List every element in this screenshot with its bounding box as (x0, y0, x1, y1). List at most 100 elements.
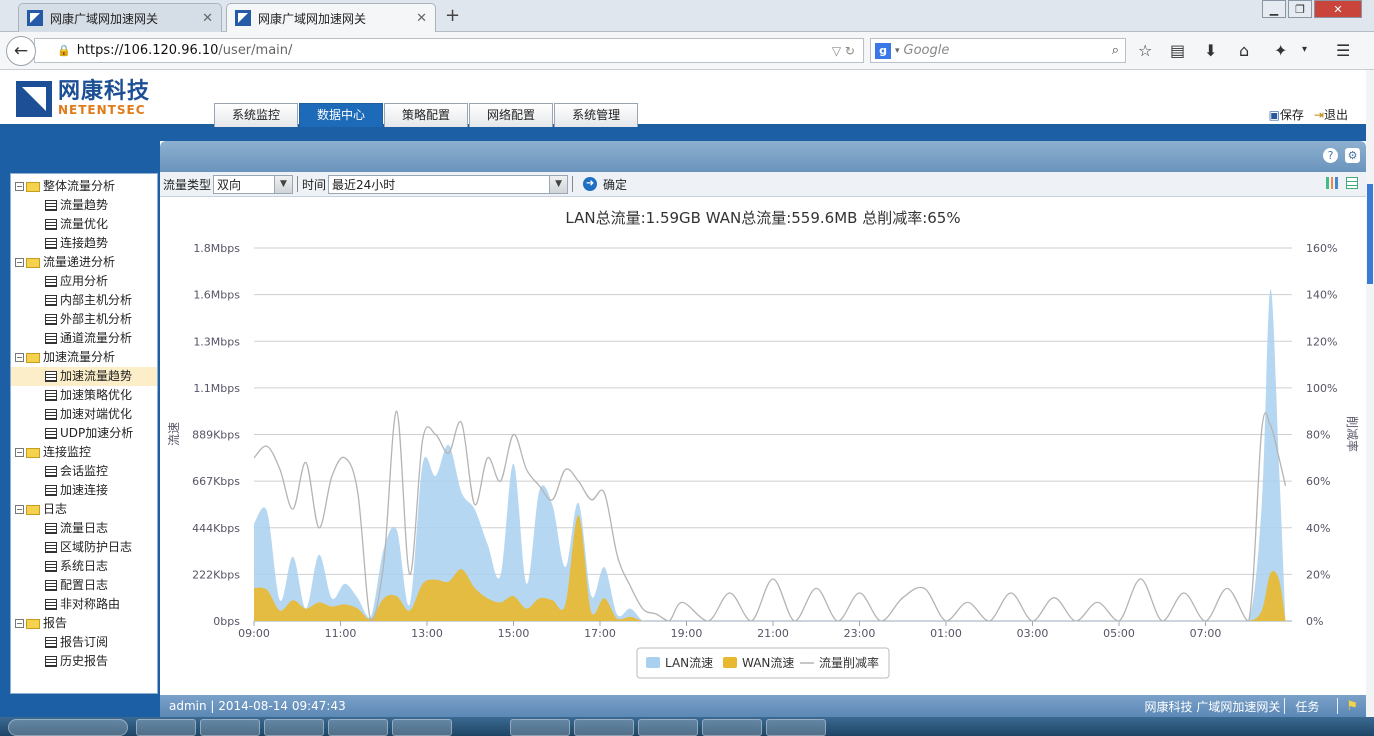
sidebar-tree: − 整体流量分析 流量趋势 流量优化 连接趋势 − 流量递进分析 应用分析 内部主机分析外部主机… (10, 173, 158, 694)
tab-system-monitor[interactable]: 系统监控 (214, 103, 299, 127)
tab-policy-config[interactable]: 策略配置 (384, 103, 469, 127)
footer-divider (1337, 698, 1339, 714)
page-scrollbar[interactable] (1366, 70, 1374, 717)
sidebar-item[interactable]: 历史报告 (11, 652, 157, 671)
collapse-icon[interactable]: − (15, 448, 24, 457)
sidebar-group[interactable]: − 日志 (11, 500, 157, 519)
reload-icon[interactable]: ▽ ↻ (832, 44, 855, 58)
chevron-down-icon[interactable]: ▾ (1302, 44, 1307, 55)
sidebar-item[interactable]: 应用分析 (11, 272, 157, 291)
google-search-engine-icon[interactable]: g (875, 42, 891, 59)
collapse-icon[interactable]: − (15, 619, 24, 628)
sidebar-item[interactable]: 会话监控 (11, 462, 157, 481)
sidebar-item[interactable]: UDP加速分析 (11, 424, 157, 443)
sidebar-item[interactable]: 区域防护日志 (11, 538, 157, 557)
taskbar-app[interactable] (574, 719, 634, 736)
collapse-icon[interactable]: − (15, 182, 24, 191)
sidebar-group-label: 连接监控 (43, 445, 92, 459)
sidebar-item[interactable]: 配置日志 (11, 576, 157, 595)
tab-data-center[interactable]: 数据中心 (299, 103, 384, 127)
sidebar-item[interactable]: 系统日志 (11, 557, 157, 576)
table-view-icon[interactable] (1346, 177, 1358, 189)
menu-icon[interactable]: ☰ (1336, 41, 1350, 60)
search-input[interactable]: g ▾ Google ⌕ (870, 38, 1126, 63)
download-icon[interactable]: ⬇ (1204, 41, 1217, 60)
sidebar-item[interactable]: 内部主机分析 (11, 291, 157, 310)
sidebar-item-label: 加速连接 (60, 483, 109, 497)
url-bar[interactable]: 🔒 https://106.120.96.10/user/main/ ▽ ↻ (34, 38, 864, 63)
save-button[interactable]: ▣保存 (1269, 106, 1304, 123)
home-icon[interactable]: ⌂ (1239, 41, 1249, 60)
legend-swatch (646, 657, 660, 668)
arrow-right-icon[interactable]: ➜ (583, 177, 598, 191)
addon-icon[interactable]: ✦ (1274, 41, 1287, 60)
chevron-down-icon[interactable]: ▼ (274, 175, 293, 193)
sidebar-group[interactable]: − 连接监控 (11, 443, 157, 462)
sidebar-item[interactable]: 加速流量趋势 (11, 367, 157, 386)
maximize-icon[interactable]: ❐ (1288, 0, 1312, 18)
sidebar-item[interactable]: 加速对端优化 (11, 405, 157, 424)
sidebar-item[interactable]: 通道流量分析 (11, 329, 157, 348)
confirm-button[interactable]: 确定 (603, 176, 627, 193)
document-icon (45, 485, 57, 496)
chevron-down-icon[interactable]: ▼ (549, 175, 568, 193)
document-icon (45, 219, 57, 230)
sidebar-group[interactable]: − 整体流量分析 (11, 177, 157, 196)
close-tab-icon[interactable]: ✕ (202, 11, 213, 26)
back-arrow-icon[interactable]: ← (6, 36, 36, 66)
collapse-icon[interactable]: − (15, 353, 24, 362)
taskbar-app[interactable] (702, 719, 762, 736)
browser-tab[interactable]: 网康广域网加速网关 ✕ (18, 3, 222, 32)
chevron-down-icon[interactable]: ▾ (895, 46, 900, 56)
search-icon[interactable]: ⌕ (1112, 43, 1119, 58)
taskbar-app[interactable] (766, 719, 826, 736)
reading-list-icon[interactable]: ▤ (1170, 41, 1185, 60)
taskbar-app[interactable] (264, 719, 324, 736)
x-tick-label: 23:00 (844, 627, 876, 640)
toolbar-divider (572, 176, 574, 192)
y-tick-label: 889Kbps (192, 429, 240, 442)
help-icon[interactable]: ? (1323, 148, 1338, 163)
logout-button[interactable]: ⇥退出 (1314, 106, 1348, 123)
taskbar-app[interactable] (392, 719, 452, 736)
taskbar-app[interactable] (200, 719, 260, 736)
sidebar-item[interactable]: 加速连接 (11, 481, 157, 500)
sidebar-group[interactable]: − 流量递进分析 (11, 253, 157, 272)
bookmark-star-icon[interactable]: ☆ (1138, 41, 1152, 60)
scrollbar-thumb[interactable] (1367, 184, 1373, 284)
notification-icon[interactable]: ⚑ (1346, 699, 1358, 714)
sidebar-item[interactable]: 流量趋势 (11, 196, 157, 215)
lock-icon: 🔒 (57, 44, 71, 57)
collapse-icon[interactable]: − (15, 505, 24, 514)
sidebar-group[interactable]: − 报告 (11, 614, 157, 633)
tab-network-config[interactable]: 网络配置 (469, 103, 554, 127)
tab-system-admin[interactable]: 系统管理 (554, 103, 639, 127)
collapse-icon[interactable]: − (15, 258, 24, 267)
taskbar-app[interactable] (328, 719, 388, 736)
minimize-icon[interactable]: ▁ (1262, 0, 1286, 18)
flow-type-select[interactable]: 双向 ▼ (213, 174, 294, 194)
sidebar-item-label: 外部主机分析 (60, 312, 133, 326)
browser-tab-active[interactable]: 网康广域网加速网关 ✕ (226, 3, 436, 32)
taskbar-app[interactable] (638, 719, 698, 736)
sidebar-item[interactable]: 流量优化 (11, 215, 157, 234)
logo-cn: 网康科技 (58, 79, 151, 104)
close-window-icon[interactable]: ✕ (1314, 0, 1362, 18)
sidebar-item[interactable]: 外部主机分析 (11, 310, 157, 329)
close-tab-icon[interactable]: ✕ (416, 11, 427, 26)
sidebar-group[interactable]: − 加速流量分析 (11, 348, 157, 367)
start-button[interactable] (8, 719, 128, 736)
plus-icon[interactable]: + (445, 5, 460, 26)
time-range-select[interactable]: 最近24小时 ▼ (328, 174, 569, 194)
folder-icon (26, 618, 40, 629)
tasks-link[interactable]: 任务 (1295, 698, 1319, 715)
sidebar-item[interactable]: 连接趋势 (11, 234, 157, 253)
taskbar-app[interactable] (510, 719, 570, 736)
sidebar-item[interactable]: 流量日志 (11, 519, 157, 538)
taskbar-app[interactable] (136, 719, 196, 736)
gear-icon[interactable]: ⚙ (1345, 148, 1360, 163)
sidebar-item[interactable]: 非对称路由 (11, 595, 157, 614)
sidebar-item[interactable]: 加速策略优化 (11, 386, 157, 405)
sidebar-item[interactable]: 报告订阅 (11, 633, 157, 652)
bar-chart-icon[interactable] (1326, 177, 1338, 189)
